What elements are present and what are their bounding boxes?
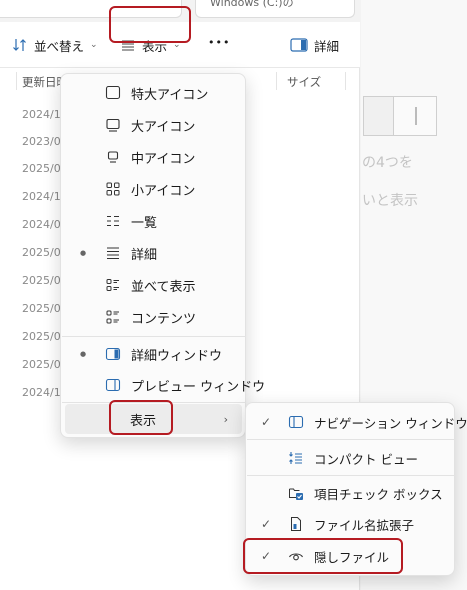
menu-item-label: 大アイコン bbox=[131, 119, 196, 135]
menu-item-label: 小アイコン bbox=[131, 183, 196, 199]
submenu-item-navigation-pane[interactable]: ✓ ナビゲーション ウィンドウ bbox=[250, 407, 467, 437]
menu-divider bbox=[247, 475, 455, 476]
column-size[interactable]: サイズ bbox=[287, 74, 321, 90]
sort-label: 並べ替え bbox=[34, 38, 85, 54]
checkbox-icon bbox=[289, 488, 303, 500]
menu-item-label: プレビュー ウィンドウ bbox=[131, 379, 266, 395]
monitor-icon bbox=[106, 118, 120, 132]
menu-item-label: コンテンツ bbox=[131, 311, 197, 327]
table-row[interactable]: 2025/0 bbox=[22, 302, 61, 315]
column-divider[interactable] bbox=[16, 72, 17, 90]
monitor-small-icon bbox=[107, 151, 119, 163]
monitor-large-icon bbox=[105, 85, 121, 100]
details-icon bbox=[107, 247, 119, 260]
grid-icon bbox=[106, 182, 120, 196]
pane-tile-more bbox=[393, 96, 437, 136]
more-options-button[interactable]: ••• bbox=[208, 31, 230, 53]
menu-item-label: 詳細 bbox=[131, 247, 158, 263]
submenu-item-label: 項目チェック ボックス bbox=[314, 486, 443, 502]
menu-item-extra-large-icons[interactable]: 特大アイコン bbox=[65, 78, 242, 108]
pane-text-line2: いと表示 bbox=[362, 193, 418, 209]
menu-divider bbox=[62, 336, 246, 337]
menu-item-label: 中アイコン bbox=[131, 151, 196, 167]
file-extension-icon bbox=[291, 517, 301, 531]
submenu-item-file-extensions[interactable]: ✓ ファイル名拡張子 bbox=[250, 509, 451, 539]
table-row[interactable]: 2025/0 bbox=[22, 330, 61, 343]
chevron-right-icon: › bbox=[223, 412, 228, 426]
content-icon bbox=[106, 310, 119, 324]
menu-item-label: 特大アイコン bbox=[131, 87, 209, 103]
menu-item-label: 並べて表示 bbox=[131, 279, 196, 295]
table-row[interactable]: 2025/0 bbox=[22, 358, 61, 371]
selected-bullet: ● bbox=[80, 350, 87, 358]
list-icon bbox=[107, 215, 119, 227]
details-button[interactable]: 詳細 bbox=[290, 34, 339, 56]
hidden-items-highlight bbox=[243, 538, 403, 574]
check-icon: ✓ bbox=[261, 517, 272, 531]
view-button-highlight bbox=[109, 6, 191, 43]
view-menu: 特大アイコン 大アイコン 中アイコン 小アイコン 一覧 ● 詳細 並べて表示 コ… bbox=[60, 73, 265, 438]
menu-item-details-pane[interactable]: ● 詳細ウィンドウ bbox=[65, 339, 242, 369]
menu-item-content[interactable]: コンテンツ bbox=[65, 302, 242, 332]
column-divider[interactable] bbox=[276, 72, 277, 90]
check-icon: ✓ bbox=[261, 415, 272, 429]
sort-button[interactable]: 並べ替え ⌄ bbox=[12, 34, 98, 56]
submenu-item-item-checkboxes[interactable]: 項目チェック ボックス bbox=[250, 478, 451, 508]
menu-item-label: 一覧 bbox=[131, 215, 158, 231]
address-text: Windows (C:)の bbox=[210, 0, 294, 9]
column-divider[interactable] bbox=[345, 72, 346, 90]
menu-item-tiles[interactable]: 並べて表示 bbox=[65, 270, 242, 300]
submenu-item-compact-view[interactable]: コンパクト ビュー bbox=[250, 443, 451, 473]
details-label: 詳細 bbox=[314, 38, 340, 54]
navigation-pane-icon bbox=[288, 415, 304, 429]
menu-item-large-icons[interactable]: 大アイコン bbox=[65, 110, 242, 140]
chevron-down-icon: ⌄ bbox=[90, 40, 98, 50]
table-row[interactable]: 2025/0 bbox=[22, 246, 61, 259]
menu-item-details[interactable]: ● 詳細 bbox=[65, 238, 242, 268]
details-pane-icon bbox=[290, 38, 308, 52]
selected-bullet: ● bbox=[80, 249, 87, 257]
details-pane-icon bbox=[105, 347, 121, 361]
submenu-item-label: ナビゲーション ウィンドウ bbox=[314, 415, 467, 431]
menu-item-list[interactable]: 一覧 bbox=[65, 206, 242, 236]
preview-pane-icon bbox=[105, 378, 121, 392]
compact-view-icon bbox=[289, 452, 302, 464]
menu-item-label: 詳細ウィンドウ bbox=[131, 348, 223, 364]
submenu-item-label: コンパクト ビュー bbox=[314, 451, 418, 467]
menu-item-preview-pane[interactable]: プレビュー ウィンドウ bbox=[65, 370, 265, 400]
pane-tile bbox=[363, 96, 393, 136]
menu-item-medium-icons[interactable]: 中アイコン bbox=[65, 142, 242, 172]
address-bar-fragment[interactable]: Windows (C:)の bbox=[195, 0, 355, 18]
pane-text-line1: の4つを bbox=[362, 155, 413, 171]
submenu-item-label: ファイル名拡張子 bbox=[314, 517, 415, 533]
menu-item-small-icons[interactable]: 小アイコン bbox=[65, 174, 242, 204]
more-icon: ••• bbox=[208, 35, 231, 49]
menu-divider bbox=[247, 439, 455, 440]
sort-icon bbox=[13, 39, 26, 51]
tiles-icon bbox=[106, 279, 119, 291]
show-item-highlight bbox=[109, 400, 173, 435]
